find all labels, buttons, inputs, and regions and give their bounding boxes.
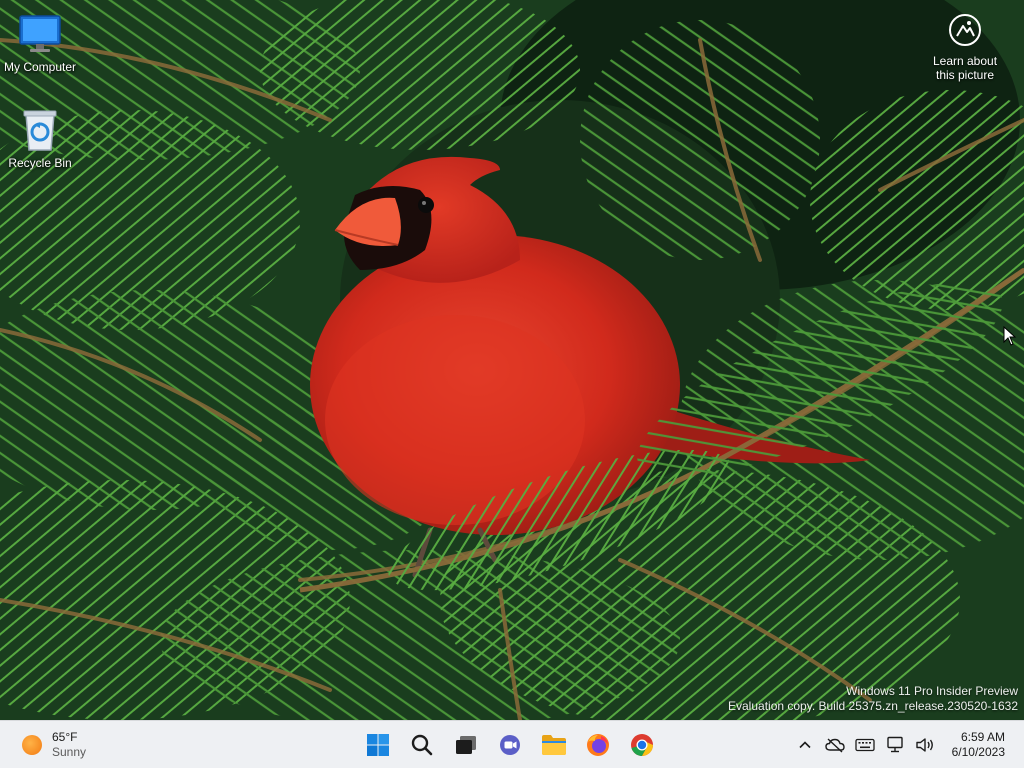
watermark-line1: Windows 11 Pro Insider Preview	[846, 684, 1018, 698]
weather-condition: Sunny	[52, 745, 87, 759]
network-icon	[886, 736, 903, 753]
clock[interactable]: 6:59 AM 6/10/2023	[940, 730, 1024, 760]
onedrive-status[interactable]	[820, 730, 850, 760]
clock-date: 6/10/2023	[951, 745, 1005, 759]
search-button[interactable]	[402, 725, 442, 765]
firefox-icon	[587, 734, 609, 756]
taskbar-pinned-apps	[358, 725, 662, 765]
folder-icon	[542, 735, 566, 755]
watermark-line2: Evaluation copy. Build 25375.zn_release.…	[728, 699, 1018, 713]
evaluation-watermark: Windows 11 Pro Insider Preview Evaluatio…	[728, 684, 1018, 714]
learn-about-label-line1: Learn about	[932, 54, 998, 68]
volume-button[interactable]	[910, 730, 940, 760]
cloud-off-icon	[824, 738, 845, 753]
weather-temperature: 65°F	[52, 730, 78, 744]
mouse-cursor-icon	[1003, 326, 1017, 346]
learn-about-this-picture[interactable]: Learn about this picture	[920, 12, 1010, 82]
chrome-button[interactable]	[622, 725, 662, 765]
task-view-icon	[456, 736, 476, 754]
chat-icon	[500, 735, 520, 755]
sun-icon	[22, 735, 42, 755]
volume-icon	[915, 738, 933, 752]
chat-button[interactable]	[490, 725, 530, 765]
desktop-icon-label: Recycle Bin	[8, 156, 72, 170]
system-tray: 6:59 AM 6/10/2023	[790, 721, 1024, 768]
taskbar: 65°F Sunny 6:59 AM 6/10/2023	[0, 720, 1024, 768]
input-indicator[interactable]	[850, 730, 880, 760]
clock-time: 6:59 AM	[960, 730, 1005, 744]
monitor-icon	[16, 10, 64, 58]
desktop-wallpaper	[0, 0, 1024, 720]
keyboard-icon	[854, 738, 875, 752]
task-view-button[interactable]	[446, 725, 486, 765]
start-button[interactable]	[358, 725, 398, 765]
firefox-button[interactable]	[578, 725, 618, 765]
search-icon	[411, 734, 433, 756]
desktop-icon-label: My Computer	[3, 60, 77, 74]
file-explorer-button[interactable]	[534, 725, 574, 765]
recycle-bin-icon	[16, 106, 64, 154]
chevron-up-icon	[799, 741, 811, 749]
learn-about-label-line2: this picture	[935, 68, 995, 82]
weather-widget[interactable]: 65°F Sunny	[14, 727, 86, 763]
desktop-icon-recycle-bin[interactable]: Recycle Bin	[0, 106, 80, 170]
show-hidden-icons-button[interactable]	[790, 730, 820, 760]
wallpaper-artwork	[0, 0, 1024, 720]
desktop-icon-my-computer[interactable]: My Computer	[0, 10, 80, 74]
camera-icon	[947, 12, 983, 48]
network-button[interactable]	[880, 730, 910, 760]
chrome-icon	[631, 734, 653, 756]
windows-logo-icon	[367, 734, 389, 756]
